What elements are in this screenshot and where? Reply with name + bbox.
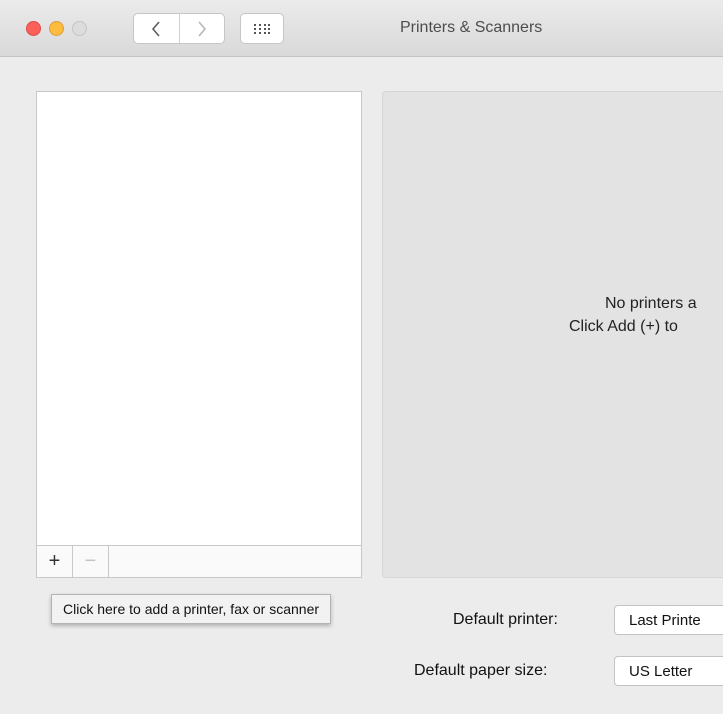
no-printers-message: No printers a Click Add (+) to: [569, 292, 723, 338]
zoom-window-button[interactable]: [72, 21, 87, 36]
back-button[interactable]: [134, 14, 179, 43]
chevron-right-icon: [198, 20, 206, 37]
default-paper-size-label: Default paper size:: [414, 662, 548, 679]
printer-list-toolbar: + −: [37, 545, 361, 577]
click-add-line: Click Add (+) to: [569, 318, 678, 335]
add-printer-tooltip: Click here to add a printer, fax or scan…: [51, 594, 332, 624]
printer-list[interactable]: + −: [36, 91, 362, 578]
minimize-window-button[interactable]: [49, 21, 64, 36]
forward-button[interactable]: [178, 14, 225, 43]
show-all-button[interactable]: [240, 13, 284, 44]
grid-icon: [254, 23, 270, 34]
close-window-button[interactable]: [26, 21, 41, 36]
default-paper-size-popup[interactable]: US Letter: [614, 656, 723, 686]
default-printer-label: Default printer:: [453, 611, 558, 628]
no-printers-line: No printers a: [605, 295, 697, 312]
window-title: Printers & Scanners: [400, 19, 543, 36]
default-printer-popup[interactable]: Last Printe: [614, 605, 723, 635]
chevron-left-icon: [152, 20, 160, 37]
remove-printer-button[interactable]: −: [73, 546, 109, 577]
printer-detail-pane: No printers a Click Add (+) to: [382, 91, 723, 578]
add-printer-button[interactable]: +: [37, 546, 73, 577]
back-forward-control: [133, 13, 225, 44]
title-bar: Printers & Scanners: [0, 0, 723, 57]
printers-scanners-window: Printers & Scanners + − No printers a Cl…: [0, 0, 723, 717]
